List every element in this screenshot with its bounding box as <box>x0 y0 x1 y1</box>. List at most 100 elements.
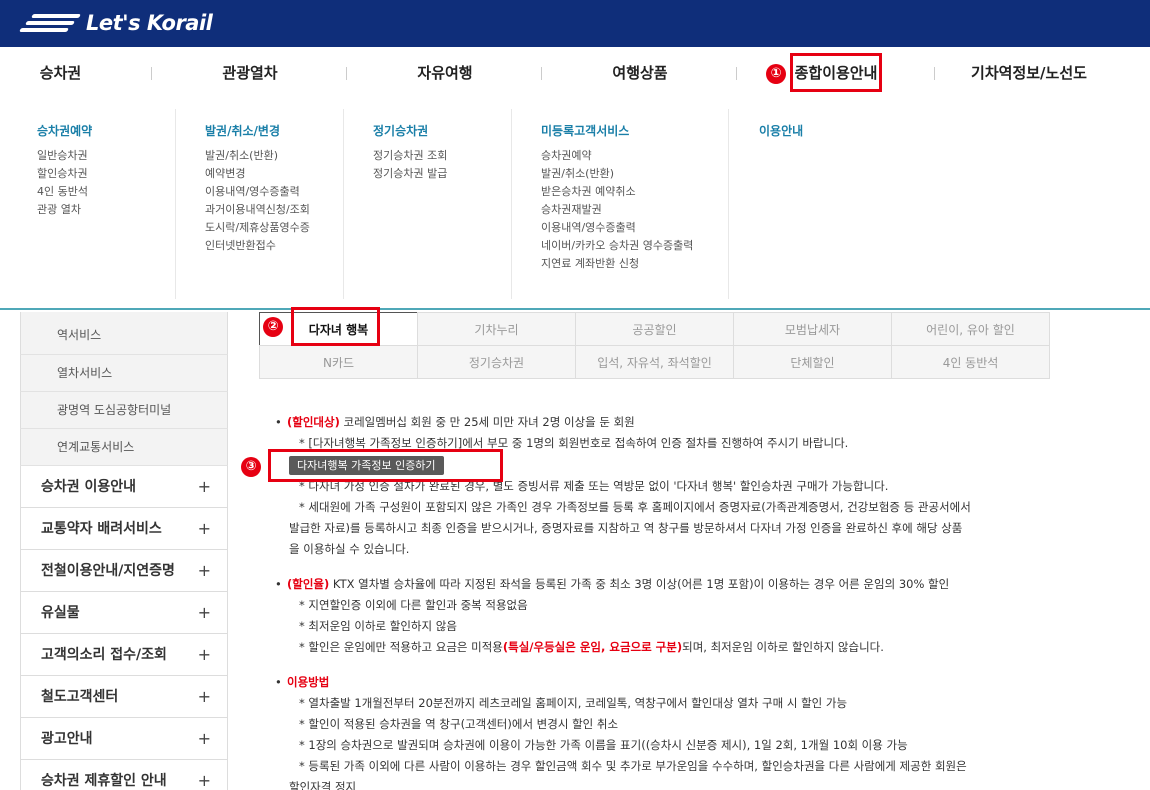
annotation-marker-2: ② <box>263 317 283 337</box>
nav-travel-products[interactable]: 여행상품 <box>605 47 675 99</box>
sidebar-item-label: 승차권 이용안내 <box>41 479 137 495</box>
plus-icon: + <box>197 729 211 748</box>
korail-logo[interactable]: Let's Korail <box>19 8 213 38</box>
section-rate: (할인율) KTX 열차별 승차율에 따라 지정된 좌석을 등록된 가족 중 최… <box>275 574 1065 658</box>
rate-text: KTX 열차별 승차율에 따라 지정된 좌석을 등록된 가족 중 최소 3명 이… <box>329 577 950 591</box>
note-text: * 할인은 운임에만 적용하고 요금은 미적용 <box>299 640 503 654</box>
mega-list: 정기승차권 조회 정기승차권 발급 <box>373 147 447 183</box>
tab-season-ticket[interactable]: 정기승차권 <box>417 345 576 379</box>
mega-heading[interactable]: 이용안내 <box>759 122 803 139</box>
tab-ncard[interactable]: N카드 <box>259 345 418 379</box>
sidebar-item-label: 교통약자 배려서비스 <box>41 521 162 537</box>
section-target: (할인대상) 코레일멤버십 회원 중 만 25세 미만 자녀 2명 이상을 둔 … <box>275 412 1065 560</box>
tab-four-seat[interactable]: 4인 동반석 <box>891 345 1050 379</box>
plus-icon: + <box>197 603 211 622</box>
annotation-box-1 <box>790 53 882 92</box>
nav-divider <box>934 67 935 80</box>
mega-link[interactable]: 일반승차권 <box>37 147 88 165</box>
mega-list: 일반승차권 할인승차권 4인 동반석 관광 열차 <box>37 147 88 219</box>
annotation-marker-3: ③ <box>241 457 261 477</box>
mega-link[interactable]: 발권/취소(반환) <box>541 165 693 183</box>
sidebar-item[interactable]: 전철이용안내/지연증명 + <box>20 550 228 592</box>
mega-link[interactable]: 과거이용내역신청/조회 <box>205 201 310 219</box>
sidebar-item[interactable]: 유실물 + <box>20 592 228 634</box>
tab-model-taxpayer[interactable]: 모범납세자 <box>733 312 892 346</box>
sidebar-subitem[interactable]: 역서비스 <box>20 312 228 355</box>
note-highlight: (특실/우등실은 운임, 요금으로 구분) <box>502 640 683 654</box>
mega-link[interactable]: 발권/취소(반환) <box>205 147 310 165</box>
mega-link[interactable]: 4인 동반석 <box>37 183 88 201</box>
mega-link[interactable]: 받은승차권 예약취소 <box>541 183 693 201</box>
sidebar-item-label: 유실물 <box>41 605 80 621</box>
sidebar-item[interactable]: 철도고객센터 + <box>20 676 228 718</box>
nav-free-travel[interactable]: 자유여행 <box>410 47 480 99</box>
sidebar-subitem[interactable]: 광명역 도심공항터미널 <box>20 392 228 429</box>
sidebar-item[interactable]: 승차권 이용안내 + <box>20 466 228 508</box>
note-line: 을 이용하실 수 있습니다. <box>289 542 410 556</box>
plus-icon: + <box>197 561 211 580</box>
mega-link[interactable]: 할인승차권 <box>37 165 88 183</box>
nav-station-info[interactable]: 기차역정보/노선도 <box>965 47 1093 99</box>
nav-divider <box>736 67 737 80</box>
mega-divider <box>511 109 512 299</box>
note-line: 할인자격 정지 <box>289 780 357 790</box>
sidebar-item[interactable]: 광고안내 + <box>20 718 228 760</box>
section-usage: 이용방법 * 열차출발 1개월전부터 20분전까지 레츠코레일 홈페이지, 코레… <box>275 672 1065 790</box>
mega-heading[interactable]: 미등록고객서비스 <box>541 122 629 139</box>
mega-link[interactable]: 도시락/제휴상품영수증 <box>205 219 310 237</box>
mega-list: 승차권예약 발권/취소(반환) 받은승차권 예약취소 승차권재발권 이용내역/영… <box>541 147 693 273</box>
sidebar-item[interactable]: 승차권 제휴할인 안내 + <box>20 760 228 790</box>
target-text: 코레일멤버십 회원 중 만 25세 미만 자녀 2명 이상을 둔 회원 <box>339 415 635 429</box>
sidebar-subitem[interactable]: 열차서비스 <box>20 355 228 392</box>
sidebar-subitem[interactable]: 연계교통서비스 <box>20 429 228 466</box>
mega-divider <box>728 109 729 299</box>
tab-gichanuri[interactable]: 기차누리 <box>417 312 576 346</box>
mega-heading[interactable]: 승차권예약 <box>37 122 92 139</box>
plus-icon: + <box>197 645 211 664</box>
mega-link[interactable]: 이용내역/영수증출력 <box>541 219 693 237</box>
sidebar-item-label: 승차권 제휴할인 안내 <box>41 773 167 789</box>
mega-heading[interactable]: 정기승차권 <box>373 122 428 139</box>
annotation-box-2 <box>291 307 380 346</box>
nav-divider <box>346 67 347 80</box>
mega-link[interactable]: 인터넷반환접수 <box>205 237 310 255</box>
mega-link[interactable]: 승차권재발권 <box>541 201 693 219</box>
tab-group-discount[interactable]: 단체할인 <box>733 345 892 379</box>
note-text: 되며, 최저운임 이하로 할인하지 않습니다. <box>682 640 884 654</box>
mega-link[interactable]: 네이버/카카오 승차권 영수증출력 <box>541 237 693 255</box>
sidebar-item[interactable]: 고객의소리 접수/조회 + <box>20 634 228 676</box>
sidebar-item-label: 고객의소리 접수/조회 <box>41 647 167 663</box>
annotation-marker-1: ① <box>766 64 786 84</box>
mega-link[interactable]: 관광 열차 <box>37 201 88 219</box>
note-line: * 등록된 가족 이외에 다른 사람이 이용하는 경우 할인금액 회수 및 추가… <box>299 759 967 773</box>
mega-link[interactable]: 지연료 계좌반환 신청 <box>541 255 693 273</box>
mega-link[interactable]: 승차권예약 <box>541 147 693 165</box>
nav-divider <box>151 67 152 80</box>
sidebar: 역서비스 열차서비스 광명역 도심공항터미널 연계교통서비스 승차권 이용안내 +… <box>20 312 228 790</box>
note-line: * 세대원에 가족 구성원이 포함되지 않은 가족인 경우 가족정보를 등록 후… <box>299 500 971 514</box>
tab-row: N카드 정기승차권 입석, 자유석, 좌석할인 단체할인 4인 동반석 <box>259 345 1055 379</box>
note-line: * 최저운임 이하로 할인하지 않음 <box>299 619 457 633</box>
plus-icon: + <box>197 687 211 706</box>
nav-ticket[interactable]: 승차권 <box>38 47 83 99</box>
tab-public-discount[interactable]: 공공할인 <box>575 312 734 346</box>
mega-link[interactable]: 정기승차권 조회 <box>373 147 447 165</box>
tab-standing-seat[interactable]: 입석, 자유석, 좌석할인 <box>575 345 734 379</box>
annotation-box-3 <box>268 449 503 482</box>
sidebar-item[interactable]: 교통약자 배려서비스 + <box>20 508 228 550</box>
target-line: (할인대상) 코레일멤버십 회원 중 만 25세 미만 자녀 2명 이상을 둔 … <box>275 412 1065 433</box>
tab-child-infant[interactable]: 어린이, 유아 할인 <box>891 312 1050 346</box>
note-line: * 1장의 승차권으로 발권되며 승차권에 이용이 가능한 가족 이름을 표기(… <box>299 738 908 752</box>
sidebar-item-label: 전철이용안내/지연증명 <box>41 563 175 579</box>
main-nav: 승차권 관광열차 자유여행 여행상품 종합이용안내 기차역정보/노선도 <box>0 47 1150 99</box>
mega-heading[interactable]: 발권/취소/변경 <box>205 122 280 139</box>
usage-line: 이용방법 <box>275 672 1065 693</box>
mega-divider <box>343 109 344 299</box>
mega-link[interactable]: 예약변경 <box>205 165 310 183</box>
note-line: * 열차출발 1개월전부터 20분전까지 레츠코레일 홈페이지, 코레일톡, 역… <box>299 696 848 710</box>
nav-tour-train[interactable]: 관광열차 <box>215 47 285 99</box>
plus-icon: + <box>197 477 211 496</box>
plus-icon: + <box>197 519 211 538</box>
mega-link[interactable]: 정기승차권 발급 <box>373 165 447 183</box>
mega-link[interactable]: 이용내역/영수증출력 <box>205 183 310 201</box>
